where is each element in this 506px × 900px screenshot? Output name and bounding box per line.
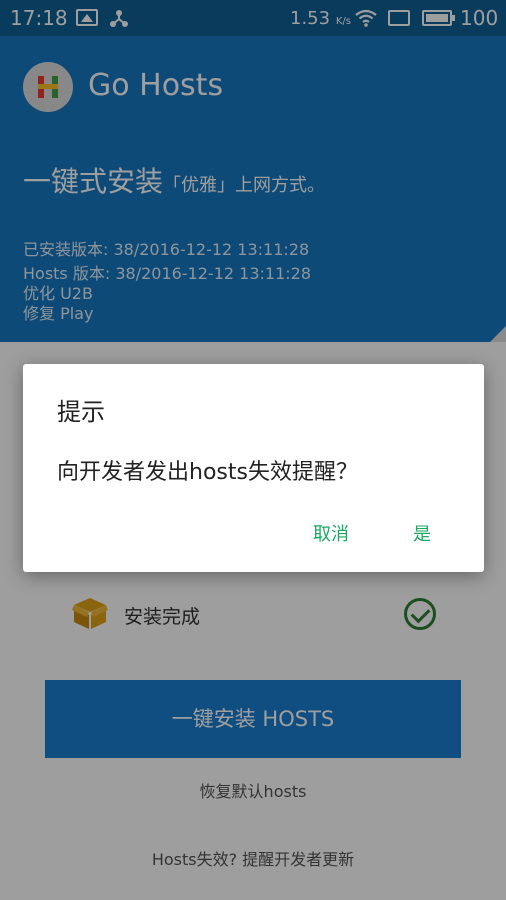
alert-dialog: 提示 向开发者发出hosts失效提醒？ 取消 是	[23, 364, 484, 572]
dialog-title: 提示	[57, 398, 105, 426]
cancel-button[interactable]: 取消	[313, 520, 349, 546]
confirm-button[interactable]: 是	[413, 520, 431, 546]
dialog-message: 向开发者发出hosts失效提醒？	[57, 460, 358, 485]
